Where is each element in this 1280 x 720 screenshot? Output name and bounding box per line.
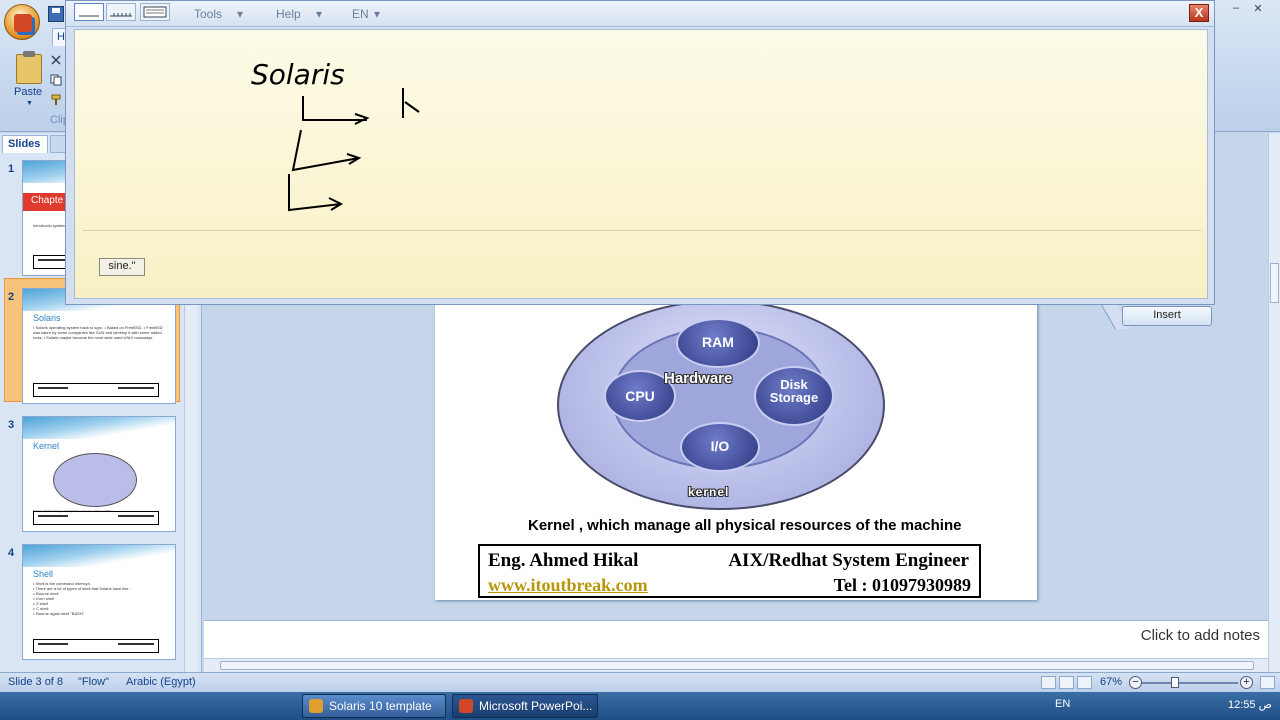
- slide-info: Slide 3 of 8: [8, 676, 64, 688]
- footer-phone: Tel : 01097930989: [833, 575, 971, 595]
- tab-outline[interactable]: [50, 135, 66, 153]
- recognized-word-button[interactable]: sine.": [99, 258, 145, 276]
- slide-number: 3: [8, 419, 15, 431]
- office-logo-icon: [14, 14, 32, 32]
- slide-sorter-icon[interactable]: [1059, 676, 1074, 689]
- cut-icon[interactable]: [50, 54, 62, 66]
- format-painter-icon[interactable]: [50, 94, 62, 106]
- powerpoint-icon: [459, 699, 473, 713]
- io-label: I/O: [710, 438, 730, 454]
- thumbnail-body: • Solaris operating system back to sgro.…: [33, 325, 163, 340]
- notes-placeholder: Click to add notes: [1140, 627, 1260, 644]
- clock[interactable]: 12:55 ص: [1228, 698, 1272, 711]
- slide-number: 4: [8, 547, 15, 559]
- notes-pane[interactable]: Click to add notes: [204, 620, 1268, 658]
- fit-to-window-icon[interactable]: [1260, 676, 1275, 689]
- thumbnail-diagram: [53, 453, 137, 507]
- thumbnail-title: Solaris: [33, 313, 61, 323]
- kernel-label: kernel: [688, 485, 730, 499]
- keyboard-icon[interactable]: [140, 3, 170, 21]
- thumbnail-title: Shell: [33, 569, 54, 579]
- insert-button[interactable]: Insert: [1122, 306, 1212, 326]
- slide-thumbnail-4[interactable]: Shell • Shell is the command Interrupt. …: [22, 544, 176, 660]
- chevron-down-icon[interactable]: ▾: [316, 7, 322, 21]
- cpu-label: CPU: [625, 388, 655, 404]
- footer-name: Eng. Ahmed Hikal: [488, 550, 639, 571]
- scrollbar-thumb[interactable]: [220, 661, 1254, 670]
- minimize-icon[interactable]: –: [1228, 2, 1244, 16]
- chevron-down-icon[interactable]: ▾: [374, 7, 380, 21]
- tab-home-label: H: [57, 31, 65, 43]
- help-menu[interactable]: Help: [276, 7, 301, 21]
- language-menu[interactable]: EN: [352, 7, 369, 21]
- tab-slides[interactable]: Slides: [2, 135, 48, 153]
- close-icon[interactable]: X: [1189, 4, 1209, 22]
- zoom-level[interactable]: 67%: [1100, 676, 1122, 688]
- ram-label: RAM: [702, 334, 734, 350]
- math-input-toolbar: Tools ▾ Help ▾ EN ▾ X: [66, 1, 1214, 27]
- writing-baseline: [83, 230, 1201, 231]
- thumbnail-wave: [23, 417, 175, 439]
- disk-storage-node: Disk Storage: [754, 366, 834, 426]
- thumbnail-wave: [23, 545, 175, 567]
- horizontal-scrollbar[interactable]: [204, 658, 1268, 672]
- thumbnail-footer: [33, 383, 159, 397]
- thumbnail-footer: [33, 511, 159, 525]
- close-window-icon[interactable]: ✕: [1250, 2, 1266, 16]
- slide-footer: Eng. Ahmed Hikal AIX/Redhat System Engin…: [478, 544, 981, 598]
- theme-name: "Flow": [78, 676, 110, 688]
- character-tool-button[interactable]: [106, 3, 136, 21]
- thumbnail-footer: [33, 639, 159, 653]
- language-status[interactable]: Arabic (Egypt): [126, 676, 196, 688]
- slideshow-icon[interactable]: [1077, 676, 1092, 689]
- tab-slides-label: Slides: [8, 138, 41, 150]
- thumbnail-body: • Shell is the command Interrupt. • Ther…: [33, 581, 131, 616]
- paste-label: Paste: [14, 86, 43, 98]
- taskbar-item-label: Solaris 10 template -...: [329, 699, 432, 720]
- powerpoint-icon: [309, 699, 323, 713]
- office-button[interactable]: [4, 4, 40, 40]
- taskbar-item-powerpoint[interactable]: Microsoft PowerPoi...: [452, 694, 598, 718]
- taskbar: Solaris 10 template -... Microsoft Power…: [0, 692, 1280, 720]
- tools-menu[interactable]: Tools: [194, 7, 222, 21]
- footer-website-link[interactable]: www.itoutbreak.com: [488, 575, 648, 596]
- zoom-slider[interactable]: [1142, 682, 1238, 684]
- slide-number: 1: [8, 163, 15, 175]
- footer-role: AIX/Redhat System Engineer: [728, 550, 969, 571]
- ink-word: Solaris: [251, 58, 345, 91]
- hardware-label: Hardware: [664, 370, 733, 387]
- io-node: I/O: [680, 422, 760, 472]
- handwriting-ink: Solaris: [251, 58, 420, 212]
- disk-storage-label: Disk Storage: [769, 377, 819, 405]
- slide-number: 2: [8, 291, 15, 303]
- vertical-scrollbar[interactable]: [1268, 133, 1280, 673]
- normal-view-icon[interactable]: [1041, 676, 1056, 689]
- chevron-down-icon: ▼: [26, 100, 33, 107]
- chevron-down-icon[interactable]: ▾: [237, 7, 243, 21]
- thumbnail-title: Kernel: [33, 441, 60, 451]
- zoom-out-icon[interactable]: −: [1129, 676, 1142, 689]
- slide-thumbnail-3[interactable]: Kernel Kernel, which manage all physical…: [22, 416, 176, 532]
- language-indicator[interactable]: EN: [1055, 698, 1070, 710]
- ram-node: RAM: [676, 318, 760, 368]
- write-tool-button[interactable]: [74, 3, 104, 21]
- save-icon[interactable]: [48, 6, 64, 22]
- scrollbar-thumb[interactable]: [1270, 263, 1279, 303]
- slide-thumbnail-2[interactable]: Solaris • Solaris operating system back …: [22, 288, 176, 404]
- copy-icon[interactable]: [50, 74, 62, 86]
- taskbar-item-solaris[interactable]: Solaris 10 template -...: [302, 694, 446, 720]
- zoom-in-icon[interactable]: +: [1240, 676, 1253, 689]
- zoom-slider-thumb[interactable]: [1171, 677, 1179, 688]
- thumbnail-title: Chapte: [31, 195, 64, 206]
- taskbar-item-label: Microsoft PowerPoi...: [479, 699, 593, 713]
- clipboard-icon: [16, 51, 42, 84]
- status-bar: Slide 3 of 8 "Flow" Arabic (Egypt) 67% −…: [0, 672, 1280, 692]
- slide-caption: Kernel , which manage all physical resou…: [528, 517, 962, 534]
